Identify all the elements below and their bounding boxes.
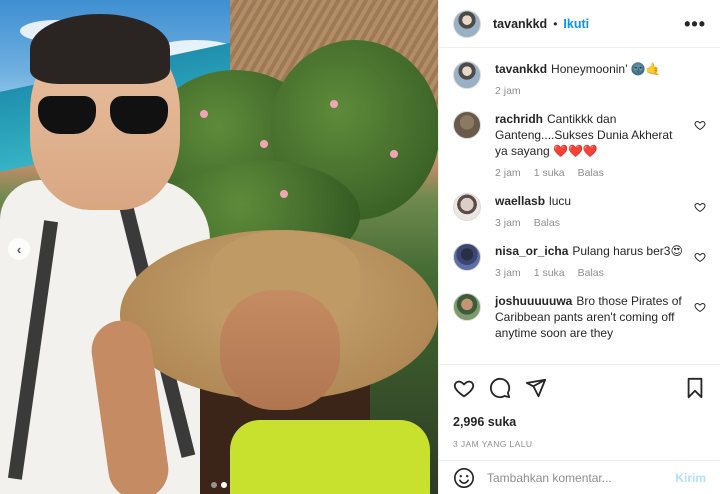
- carousel-dot: [211, 482, 217, 488]
- carousel-prev-button[interactable]: ‹: [8, 238, 30, 260]
- photo-sunglasses: [38, 96, 172, 136]
- photo-flower: [200, 110, 208, 118]
- heart-icon[interactable]: [694, 201, 706, 213]
- separator-dot: •: [553, 16, 558, 31]
- comment-time: 3 jam: [495, 267, 521, 279]
- caption-username[interactable]: tavankkd: [495, 62, 547, 76]
- commenter-username[interactable]: waellasb: [495, 194, 545, 208]
- like-heart-icon[interactable]: [453, 377, 475, 399]
- caption-avatar[interactable]: [453, 61, 481, 89]
- post-photo[interactable]: ‹: [0, 0, 438, 494]
- more-options-icon[interactable]: •••: [684, 15, 706, 33]
- photo-flower: [280, 190, 288, 198]
- post-comment-button[interactable]: Kirim: [675, 471, 706, 485]
- bookmark-icon[interactable]: [684, 377, 706, 399]
- heart-icon[interactable]: [694, 301, 706, 313]
- comment-time: 3 jam: [495, 217, 521, 229]
- comment-likes[interactable]: 1 suka: [534, 267, 565, 279]
- heart-icon[interactable]: [694, 251, 706, 263]
- post-timestamp: 3 JAM YANG LALU: [453, 439, 533, 449]
- comment-input[interactable]: [487, 470, 676, 485]
- photo-flower: [330, 100, 338, 108]
- likes-count[interactable]: 2,996 suka: [453, 415, 706, 429]
- comment-composer: Kirim: [439, 460, 720, 494]
- commenter-avatar[interactable]: [453, 243, 481, 271]
- commenter-username[interactable]: joshuuuuuwa: [495, 294, 572, 308]
- comment-bubble-icon[interactable]: [489, 377, 511, 399]
- commenter-avatar[interactable]: [453, 111, 481, 139]
- comment-item: rachridh Cantikkk dan Ganteng....Sukses D…: [453, 111, 706, 179]
- comment-time: 2 jam: [495, 167, 521, 179]
- comment-item: nisa_or_icha Pulang harus ber3😍 3 jam 1 s…: [453, 243, 706, 279]
- author-username[interactable]: tavankkd: [493, 17, 547, 31]
- comment-text: Pulang harus ber3😍: [572, 244, 683, 258]
- caption-text: Honeymoonin’ 🌚🤙: [551, 62, 661, 76]
- comments-list[interactable]: tavankkd Honeymoonin’ 🌚🤙 2 jam rachridh Ca…: [439, 49, 720, 363]
- follow-button[interactable]: Ikuti: [563, 17, 589, 31]
- comment-item: joshuuuuuwa Bro those Pirates of Caribbea…: [453, 293, 706, 341]
- post-actions: 2,996 suka 3 JAM YANG LALU: [439, 364, 720, 449]
- author-avatar[interactable]: [453, 9, 481, 38]
- photo-flower: [260, 140, 268, 148]
- commenter-avatar[interactable]: [453, 293, 481, 321]
- comment-text: lucu: [549, 194, 572, 208]
- emoji-icon[interactable]: [453, 467, 475, 489]
- commenter-username[interactable]: nisa_or_icha: [495, 244, 568, 258]
- commenter-avatar[interactable]: [453, 193, 481, 221]
- caption: tavankkd Honeymoonin’ 🌚🤙 2 jam: [453, 61, 706, 97]
- carousel-indicator: [0, 482, 438, 488]
- post-side-panel: tavankkd • Ikuti ••• tavankkd Honeymoonin…: [438, 0, 720, 494]
- reply-button[interactable]: Balas: [578, 267, 604, 279]
- reply-button[interactable]: Balas: [534, 217, 560, 229]
- reply-button[interactable]: Balas: [578, 167, 604, 179]
- comment-likes[interactable]: 1 suka: [534, 167, 565, 179]
- caption-time: 2 jam: [495, 85, 521, 97]
- comment-item: waellasb lucu 3 jam Balas: [453, 193, 706, 229]
- post-header: tavankkd • Ikuti •••: [439, 0, 720, 48]
- share-send-icon[interactable]: [525, 377, 547, 399]
- photo-woman-face: [220, 290, 340, 410]
- carousel-dot-active: [221, 482, 227, 488]
- commenter-username[interactable]: rachridh: [495, 112, 543, 126]
- photo-man-hair: [30, 14, 170, 84]
- photo-flower: [390, 150, 398, 158]
- heart-icon[interactable]: [694, 119, 706, 131]
